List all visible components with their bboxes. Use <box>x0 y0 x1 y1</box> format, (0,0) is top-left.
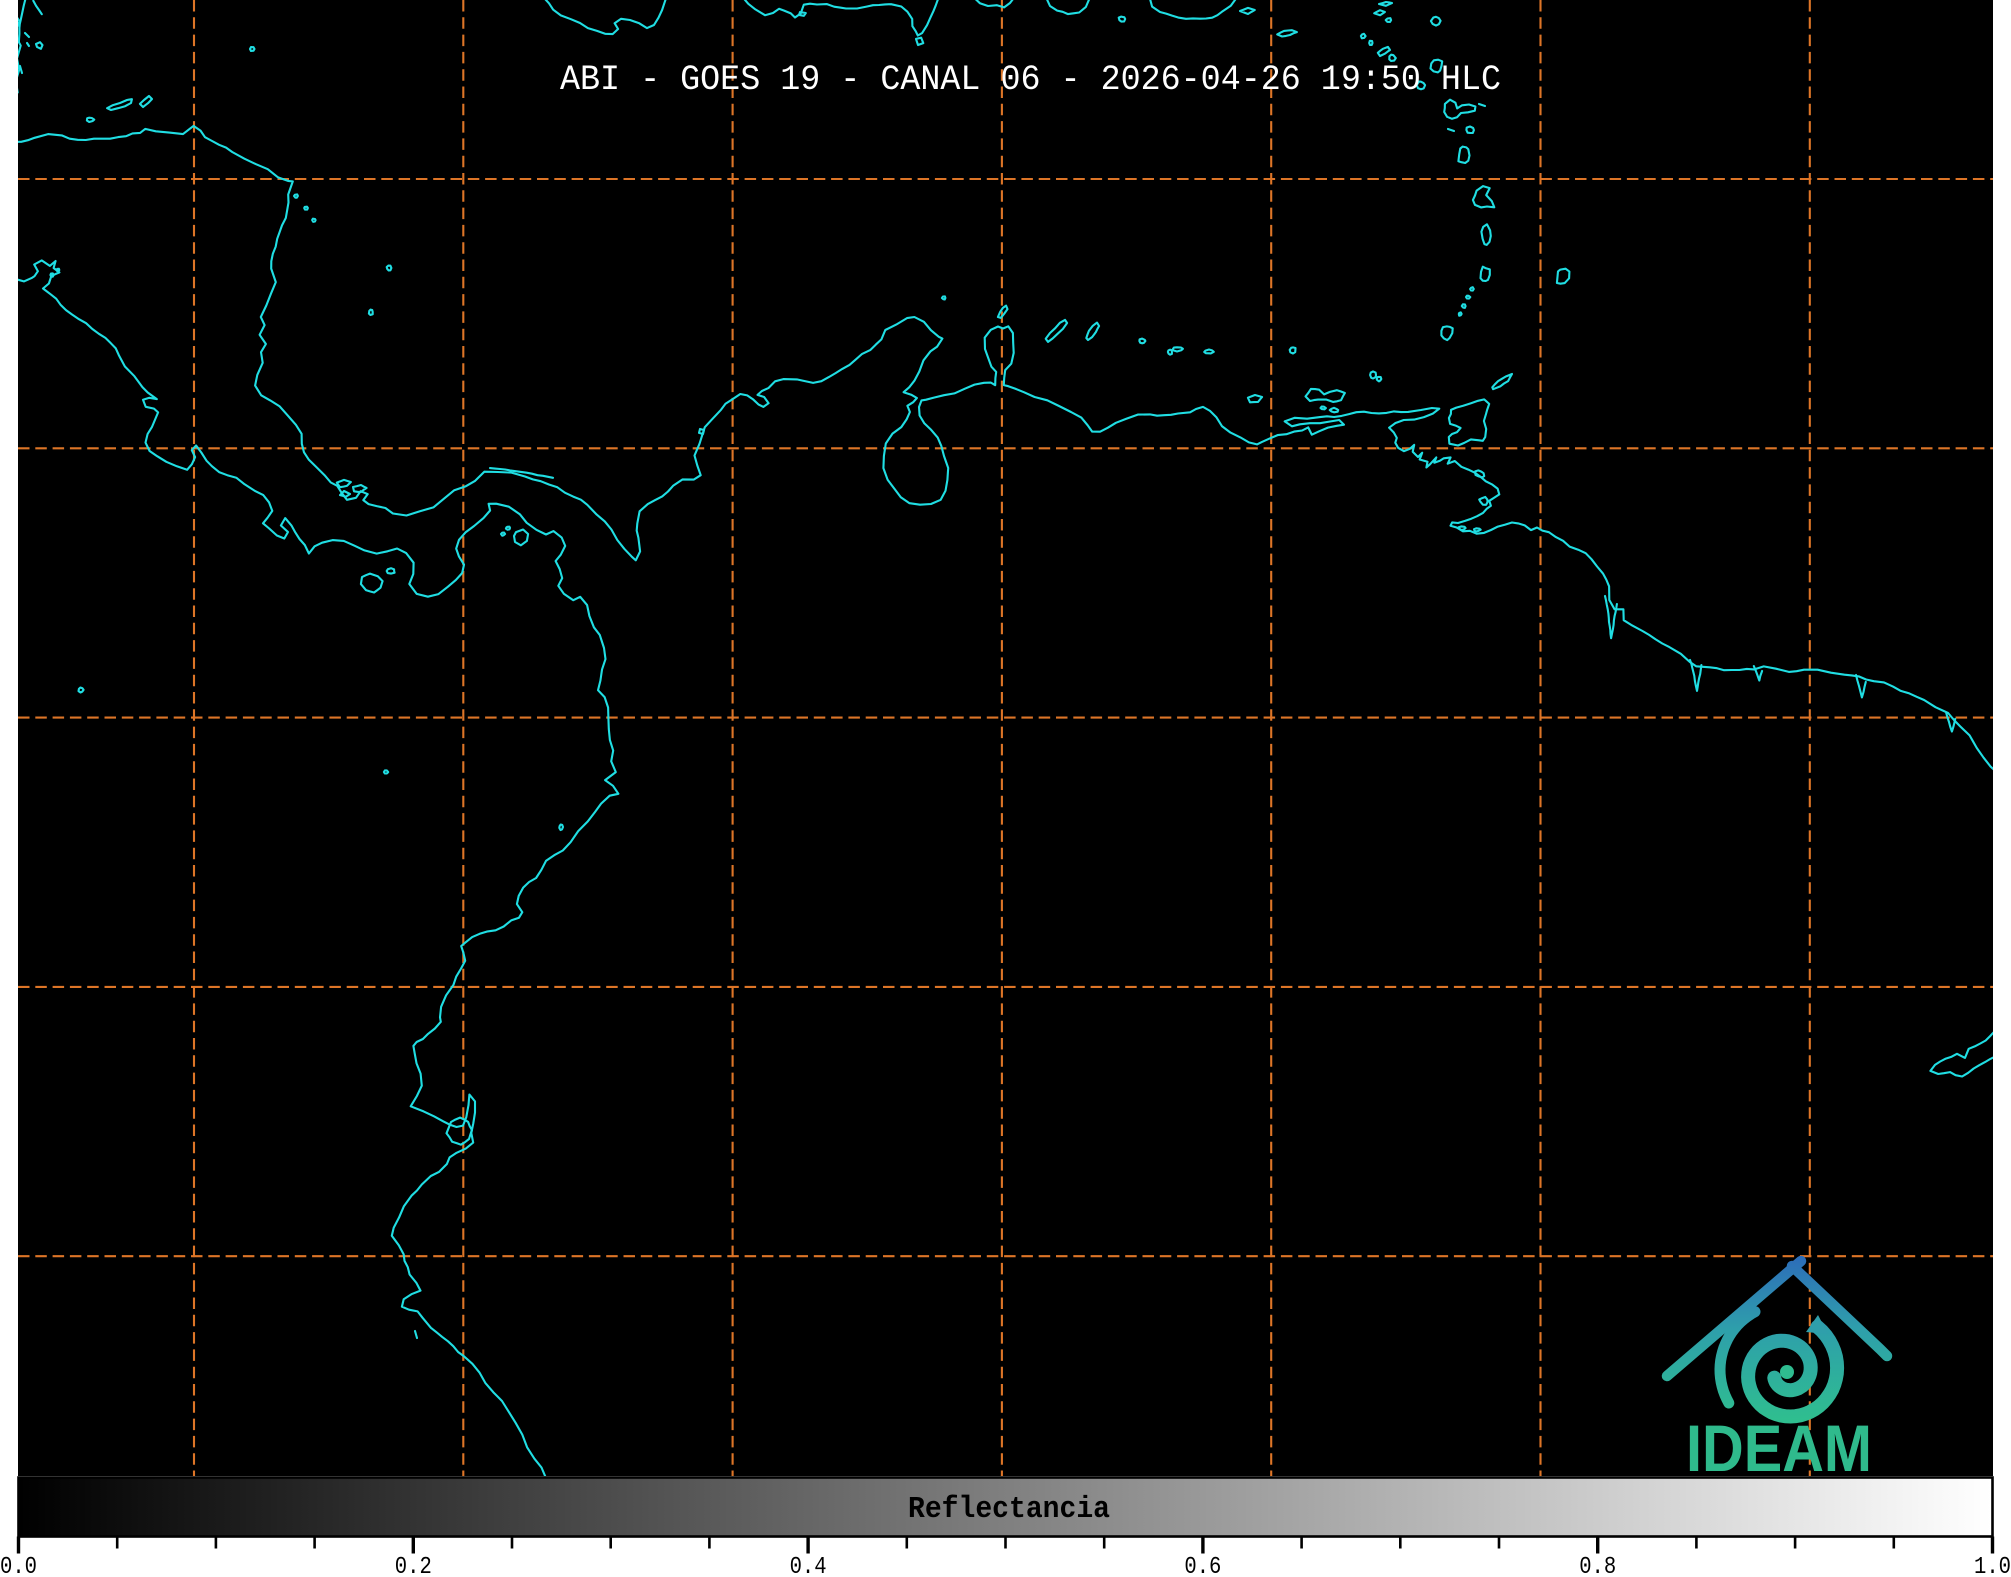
svg-text:Reflectancia: Reflectancia <box>908 1492 1110 1527</box>
svg-text:0.2: 0.2 <box>395 1554 432 1577</box>
svg-text:1.0: 1.0 <box>1974 1554 2011 1577</box>
svg-text:0.0: 0.0 <box>0 1554 37 1577</box>
svg-text:0.8: 0.8 <box>1579 1554 1616 1577</box>
svg-text:0.6: 0.6 <box>1184 1554 1221 1577</box>
svg-text:IDEAM: IDEAM <box>1686 1411 1872 1485</box>
svg-text:0.4: 0.4 <box>790 1554 827 1577</box>
svg-text:ABI - GOES 19 - CANAL 06 - 202: ABI - GOES 19 - CANAL 06 - 2026-04-26 19… <box>560 59 1501 100</box>
